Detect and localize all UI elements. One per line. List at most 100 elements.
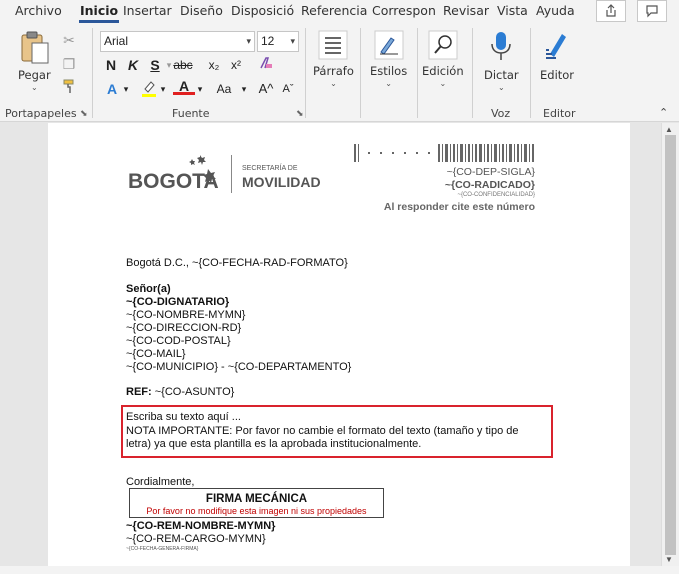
paragraph-button[interactable]: Párrafo ⌄ <box>313 30 354 88</box>
fecha-genera: ~{CO-FECHA-GENERA-FIRMA} <box>126 546 199 552</box>
chevron-down-icon: ⌄ <box>330 79 337 88</box>
chevron-down-icon: ▾ <box>246 36 251 46</box>
editor-label: Editor <box>540 68 575 82</box>
italic-button[interactable]: K <box>122 55 144 75</box>
cod-postal: ~{CO-COD-POSTAL} <box>126 335 231 347</box>
styles-label: Estilos <box>370 64 408 78</box>
chevron-down-icon[interactable]: ▾ <box>189 79 211 99</box>
nombre: ~{CO-NOMBRE-MYMN} <box>126 309 246 321</box>
search-icon <box>428 30 458 60</box>
scroll-down-icon[interactable]: ▼ <box>665 555 673 564</box>
font-launcher-icon[interactable]: ⬊ <box>296 108 304 119</box>
dictate-button[interactable]: Dictar ⌄ <box>484 30 519 92</box>
editor-button[interactable]: Editor <box>540 30 574 82</box>
superscript-button[interactable]: x² <box>225 55 247 75</box>
radicado: ~{CO-RADICADO} <box>444 179 535 191</box>
ribbon: Pegar ⌄ ✂ ❐ Portapapeles ⬊ Arial ▾ 12 ▾ … <box>0 24 679 122</box>
vertical-scrollbar[interactable]: ▲ ▼ <box>661 123 679 568</box>
chevron-down-icon: ⌄ <box>30 83 38 92</box>
ribbon-tabs: Archivo Inicio Insertar Diseño Disposici… <box>0 0 679 24</box>
chevron-down-icon: ▾ <box>290 36 295 46</box>
separator <box>92 28 93 118</box>
chevron-down-icon: ⌄ <box>439 79 447 88</box>
paragraph-label: Párrafo <box>313 64 354 78</box>
separator <box>472 28 473 118</box>
font-name-value: Arial <box>104 34 129 48</box>
format-painter-icon[interactable] <box>58 78 80 98</box>
logo-movilidad: MOVILIDAD <box>242 174 321 190</box>
nota-line-1: NOTA IMPORTANTE: Por favor no cambie el … <box>126 425 519 437</box>
ref-value: ~{CO-ASUNTO} <box>151 386 235 398</box>
group-label-clipboard: Portapapeles <box>5 107 77 120</box>
tab-vista[interactable]: Vista <box>492 0 533 22</box>
styles-button[interactable]: Estilos ⌄ <box>370 30 407 88</box>
editing-label: Edición <box>422 64 464 78</box>
paragraph-icon <box>318 30 348 60</box>
separator <box>360 28 361 118</box>
nota-line-2: letra) ya que esta plantilla es la aprob… <box>126 438 422 450</box>
font-name-field[interactable]: Arial ▾ <box>100 31 255 52</box>
editing-button[interactable]: Edición ⌄ <box>422 30 464 88</box>
editor-pen-icon <box>546 34 567 59</box>
chevron-down-icon: ⌄ <box>385 79 392 88</box>
dictate-label: Dictar <box>484 68 519 82</box>
comments-button[interactable] <box>637 0 667 22</box>
svg-text:BOGOTA: BOGOTA <box>128 170 219 193</box>
rem-nombre: ~{CO-REM-NOMBRE-MYMN} <box>126 520 276 532</box>
separator <box>417 28 418 118</box>
rem-cargo: ~{CO-REM-CARGO-MYMN} <box>126 533 266 545</box>
chevron-down-icon[interactable]: ▾ <box>233 79 255 99</box>
cut-icon[interactable]: ✂ <box>58 30 80 50</box>
bogota-logo: BOGOTA SECRETARÍA DE MOVILIDAD <box>128 155 321 193</box>
document-page[interactable]: BOGOTA SECRETARÍA DE MOVILIDAD ~{CO-DEP-… <box>48 123 630 568</box>
tab-correspondencia[interactable]: Correspon <box>367 0 441 22</box>
font-size-field[interactable]: 12 ▾ <box>257 31 299 52</box>
responder-note: Al responder cite este número <box>383 201 535 213</box>
clipboard-launcher-icon[interactable]: ⬊ <box>80 108 88 119</box>
tab-archivo[interactable]: Archivo <box>10 0 67 22</box>
confidencialidad: ~{CO-CONFIDENCIALIDAD} <box>457 192 535 198</box>
fecha-line: Bogotá D.C., ~{CO-FECHA-RAD-FORMATO} <box>126 257 348 269</box>
styles-icon <box>374 30 404 60</box>
collapse-ribbon-icon[interactable]: ⌃ <box>659 106 668 119</box>
clear-formatting-icon[interactable] <box>254 55 276 75</box>
tab-inicio[interactable]: Inicio <box>75 0 123 23</box>
direccion: ~{CO-DIRECCION-RD} <box>126 322 242 334</box>
font-size-value: 12 <box>261 34 275 48</box>
paste-label: Pegar <box>18 68 51 82</box>
shrink-font-button[interactable]: Aˇ <box>277 79 299 99</box>
logo-secretaria: SECRETARÍA DE <box>242 163 298 172</box>
tab-referencias[interactable]: Referencia <box>296 0 372 22</box>
dep-sigla: ~{CO-DEP-SIGLA} <box>446 166 535 178</box>
chevron-down-icon[interactable]: ▾ <box>152 79 174 99</box>
subscript-button[interactable]: x₂ <box>203 55 225 75</box>
separator <box>530 28 531 118</box>
chevron-down-icon[interactable]: ▾ <box>115 79 137 99</box>
separator <box>305 28 306 118</box>
senor-label: Señor(a) <box>126 283 171 295</box>
grow-font-button[interactable]: A^ <box>255 79 277 99</box>
group-label-font: Fuente <box>172 107 210 120</box>
strikethrough-button[interactable]: abc <box>172 55 194 75</box>
bold-button[interactable]: N <box>100 55 122 75</box>
tab-revisar[interactable]: Revisar <box>438 0 494 22</box>
comment-icon <box>646 5 658 18</box>
mail: ~{CO-MAIL} <box>126 348 186 360</box>
cordialmente: Cordialmente, <box>126 476 195 488</box>
tab-ayuda[interactable]: Ayuda <box>531 0 580 22</box>
scroll-thumb[interactable] <box>665 135 676 555</box>
paste-button[interactable]: Pegar ⌄ <box>18 30 51 92</box>
ref-line: REF: ~{CO-ASUNTO} <box>126 386 234 398</box>
tab-insertar[interactable]: Insertar <box>118 0 177 22</box>
share-button[interactable] <box>596 0 626 22</box>
microphone-icon <box>491 32 512 60</box>
scroll-up-icon[interactable]: ▲ <box>665 125 673 134</box>
chevron-down-icon: ⌄ <box>497 83 505 92</box>
firma-image: FIRMA MECÁNICA Por favor no modifique es… <box>129 488 384 518</box>
firma-title: FIRMA MECÁNICA <box>205 493 308 505</box>
tab-disposicion[interactable]: Disposició <box>226 0 299 22</box>
municipio: ~{CO-MUNICIPIO} - ~{CO-DEPARTAMENTO} <box>126 361 352 373</box>
copy-icon[interactable]: ❐ <box>58 54 80 74</box>
document-area: BOGOTA SECRETARÍA DE MOVILIDAD ~{CO-DEP-… <box>0 123 661 568</box>
tab-diseno[interactable]: Diseño <box>175 0 228 22</box>
